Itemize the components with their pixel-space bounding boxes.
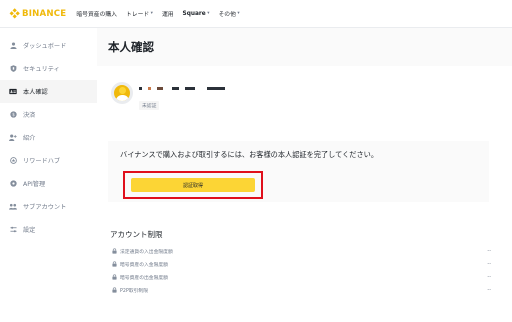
subaccount-icon xyxy=(9,203,17,211)
logo-text: BINANCE xyxy=(22,8,67,19)
add-user-icon xyxy=(9,134,17,142)
page-title: 本人確認 xyxy=(108,40,154,54)
sidebar-item-label: 設定 xyxy=(23,227,36,234)
sidebar-item-label: ダッシュボード xyxy=(23,43,67,50)
id-card-icon xyxy=(9,88,17,96)
shield-icon xyxy=(9,65,17,73)
nav-item-label: トレード xyxy=(125,12,150,18)
nav-more[interactable]: その他 ▾ xyxy=(218,9,239,18)
sidebar-item-payment[interactable]: $ 決済 xyxy=(0,103,97,126)
nav-earn[interactable]: 運用 xyxy=(162,9,174,18)
sidebar-item-referral[interactable]: 紹介 xyxy=(0,126,97,149)
sidebar-item-label: リワードハブ xyxy=(23,158,61,165)
nav-item-label: 運用 xyxy=(161,12,174,18)
limit-row-crypto-deposit: 暗号資産の入金限度額 -- xyxy=(111,258,491,270)
sidebar-item-label: 決済 xyxy=(23,112,36,119)
limit-row-p2p: P2P取引制限 -- xyxy=(111,284,491,296)
sidebar-item-label: API管理 xyxy=(23,181,46,188)
limit-label: 法定通貨の入出金限度額 xyxy=(120,249,173,255)
sidebar-item-label: セキュリティ xyxy=(23,66,60,73)
lock-icon xyxy=(111,274,117,280)
user-icon xyxy=(9,42,17,50)
svg-text:$: $ xyxy=(12,112,15,118)
sidebar-item-api-management[interactable]: API管理 xyxy=(0,172,97,195)
sidebar: ダッシュボード セキュリティ 本人確認 $ 決済 紹介 リワードハブ API管理… xyxy=(0,28,97,322)
verification-panel: バイナンスで購入および取引するには、お客様の本人認証を完了してください。 認証取… xyxy=(108,141,489,202)
sidebar-item-identification[interactable]: 本人確認 xyxy=(0,80,97,103)
main-content: 本人確認 未認証 バイナンスで購入および取引するには、お客様の本人認証を完了して… xyxy=(97,28,512,322)
limit-label: P2P取引制限 xyxy=(120,288,149,294)
verification-message: バイナンスで購入および取引するには、お客様の本人認証を完了してください。 xyxy=(120,150,379,159)
sidebar-item-label: 本人確認 xyxy=(23,89,48,96)
api-icon xyxy=(9,180,17,188)
nav-buy-crypto[interactable]: 暗号資産の購入 xyxy=(76,9,117,18)
lock-icon xyxy=(111,248,117,254)
nav-item-label: Square xyxy=(182,10,206,17)
profile-summary: 未認証 xyxy=(111,82,231,111)
nav-item-label: その他 xyxy=(218,12,236,18)
limit-value: -- xyxy=(487,248,491,254)
avatar xyxy=(111,82,133,104)
sidebar-item-label: サブアカウント xyxy=(23,204,67,211)
limit-value: -- xyxy=(487,287,491,293)
chevron-down-icon: ▾ xyxy=(150,11,153,16)
settings-icon xyxy=(9,226,17,234)
limit-value: -- xyxy=(487,261,491,267)
limit-row-crypto-withdraw: 暗号資産の出金限度額 -- xyxy=(111,271,491,283)
top-navigation-bar: BINANCE 暗号資産の購入 トレード ▾ 運用 Square ▾ その他 ▾ xyxy=(0,0,512,28)
sidebar-item-reward-hub[interactable]: リワードハブ xyxy=(0,149,97,172)
nav-square[interactable]: Square ▾ xyxy=(183,11,210,17)
sidebar-item-dashboard[interactable]: ダッシュボード xyxy=(0,34,97,57)
sidebar-item-sub-account[interactable]: サブアカウント xyxy=(0,195,97,218)
nav-trade[interactable]: トレード ▾ xyxy=(126,9,153,18)
sidebar-item-label: 紹介 xyxy=(23,135,36,142)
sidebar-item-settings[interactable]: 設定 xyxy=(0,218,97,241)
reward-icon xyxy=(9,157,17,165)
binance-logo-icon xyxy=(9,8,20,19)
binance-logo[interactable]: BINANCE xyxy=(9,8,67,19)
lock-icon xyxy=(111,261,117,267)
limit-label: 暗号資産の出金限度額 xyxy=(120,275,168,281)
chevron-down-icon: ▾ xyxy=(207,11,210,16)
limit-value: -- xyxy=(487,274,491,280)
redacted-user-info xyxy=(139,84,231,92)
payment-icon: $ xyxy=(9,111,17,119)
lock-icon xyxy=(111,287,117,293)
chevron-down-icon: ▾ xyxy=(237,11,240,16)
sidebar-item-security[interactable]: セキュリティ xyxy=(0,57,97,80)
get-verified-button[interactable]: 認証取得 xyxy=(131,178,255,192)
limit-row-fiat: 法定通貨の入出金限度額 -- xyxy=(111,245,491,257)
status-badge: 未認証 xyxy=(139,101,160,110)
limit-label: 暗号資産の入金限度額 xyxy=(120,262,168,268)
page-header: 本人確認 xyxy=(97,28,512,66)
nav-item-label: 暗号資産の購入 xyxy=(76,12,117,18)
account-limits-title: アカウント制限 xyxy=(110,230,163,239)
